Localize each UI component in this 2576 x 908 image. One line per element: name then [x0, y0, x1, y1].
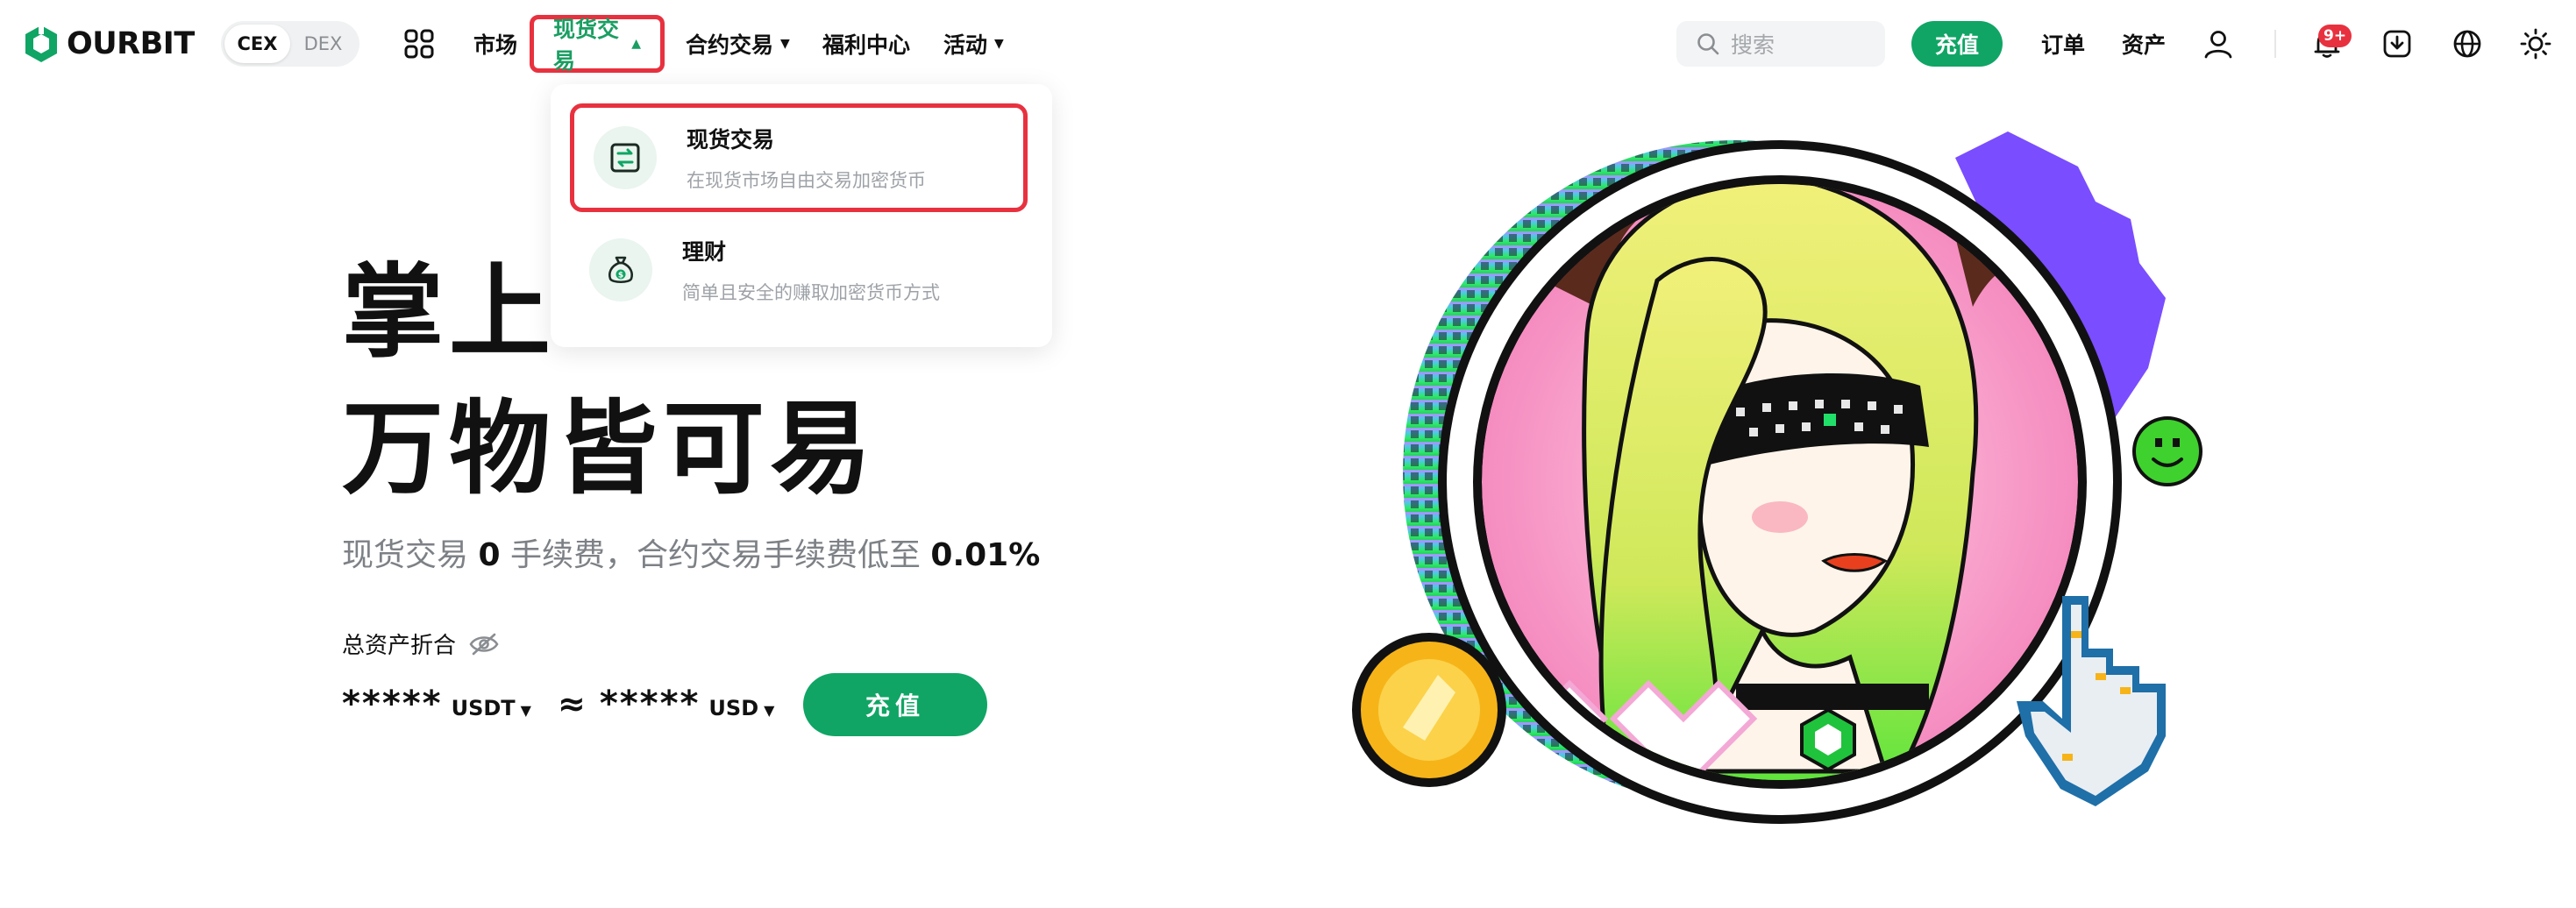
nav-events[interactable]: 活动 ▼ [943, 0, 1004, 88]
masked-balance-usdt: ***** [342, 684, 443, 724]
brand-logo[interactable]: OURBIT [23, 23, 195, 65]
nav-events-label: 活动 [943, 32, 988, 58]
nav-market-label: 市场 [473, 32, 518, 58]
search-input[interactable]: 搜索 [1676, 21, 1885, 67]
download-icon[interactable] [2381, 28, 2413, 60]
dropdown-item-earn[interactable]: $ 理财 简单且安全的赚取加密货币方式 [570, 216, 1028, 324]
nav-assets[interactable]: 资产 [2122, 0, 2166, 88]
nav-spot-trading[interactable]: 现货交易 ▲ [530, 15, 665, 74]
user-icon[interactable] [2202, 28, 2234, 60]
hero-sub-prefix: 现货交易 [342, 537, 479, 573]
eye-off-icon[interactable] [468, 632, 500, 656]
mode-dex[interactable]: DEX [290, 25, 356, 63]
swap-icon [594, 126, 657, 189]
hero-sub-rate: 0.01% [930, 537, 1041, 573]
logo-hexagon-icon [25, 24, 57, 62]
unit-usd-select[interactable]: USD [708, 696, 758, 720]
balance-row: ***** USDT ▼ ≈ ***** USD ▼ [342, 684, 774, 724]
svg-text:$: $ [618, 272, 623, 280]
nav-futures-label: 合约交易 [686, 32, 774, 58]
top-navbar: OURBIT CEX DEX 市场 现货交易 ▲ 合约交易 ▼ 福利中心 活动 … [0, 0, 2576, 88]
dropdown-item-spot-trading[interactable]: 现货交易 在现货市场自由交易加密货币 [570, 103, 1028, 212]
notification-badge: 9+ [2318, 25, 2352, 47]
caret-down-icon: ▼ [994, 37, 1004, 51]
nav-futures-trading[interactable]: 合约交易 ▼ [686, 0, 790, 88]
mode-cex[interactable]: CEX [224, 25, 290, 63]
gold-coin-sticker [1352, 633, 1506, 787]
total-assets-label: 总资产折合 [342, 628, 500, 660]
unit-usdt-select[interactable]: USDT [452, 696, 516, 720]
money-bag-icon: $ [589, 238, 652, 301]
caret-up-icon: ▲ [631, 37, 641, 51]
total-assets-text: 总资产折合 [342, 633, 457, 659]
cex-dex-switch[interactable]: CEX DEX [221, 21, 359, 67]
nav-welfare-center[interactable]: 福利中心 [822, 0, 910, 88]
spot-trading-dropdown: 现货交易 在现货市场自由交易加密货币 $ 理财 简单且安全的赚取加密货币方式 [551, 84, 1052, 347]
brand-name: OURBIT [67, 26, 195, 61]
deposit-button[interactable]: 充值 [1911, 21, 2003, 67]
dropdown-item-title: 现货交易 [687, 127, 775, 153]
header-divider [2274, 30, 2276, 58]
dropdown-item-desc: 简单且安全的赚取加密货币方式 [682, 282, 940, 303]
search-placeholder: 搜索 [1731, 32, 1775, 58]
dropdown-item-title: 理财 [682, 239, 727, 265]
nav-orders[interactable]: 订单 [2041, 0, 2085, 88]
caret-down-icon[interactable]: ▼ [521, 702, 531, 719]
search-icon [1697, 33, 1719, 55]
globe-icon[interactable] [2451, 28, 2483, 60]
caret-down-icon: ▼ [780, 37, 790, 51]
dropdown-item-desc: 在现货市场自由交易加密货币 [687, 170, 926, 191]
hero-deposit-button[interactable]: 充值 [803, 673, 987, 736]
hero-illustration [1352, 131, 2202, 824]
nav-spot-label: 现货交易 [553, 17, 620, 74]
approx-sign: ≈ [557, 685, 586, 723]
sun-theme-icon[interactable] [2520, 28, 2551, 60]
apps-grid-icon[interactable] [402, 26, 437, 61]
nav-market[interactable]: 市场 [473, 0, 517, 88]
hero-subtitle: 现货交易 0 手续费，合约交易手续费低至 0.01% [342, 529, 1040, 575]
hero-sub-zero: 0 [478, 537, 501, 573]
masked-balance-usd: ***** [599, 684, 701, 724]
caret-down-icon[interactable]: ▼ [764, 702, 774, 719]
hero-title-line-2: 万物皆可易 [342, 390, 877, 508]
hero-title-line-1: 掌上 [342, 253, 556, 372]
nav-welfare-label: 福利中心 [822, 32, 911, 58]
hero-sub-mid: 手续费，合约交易手续费低至 [500, 537, 931, 573]
smiley-sticker [2132, 416, 2202, 486]
